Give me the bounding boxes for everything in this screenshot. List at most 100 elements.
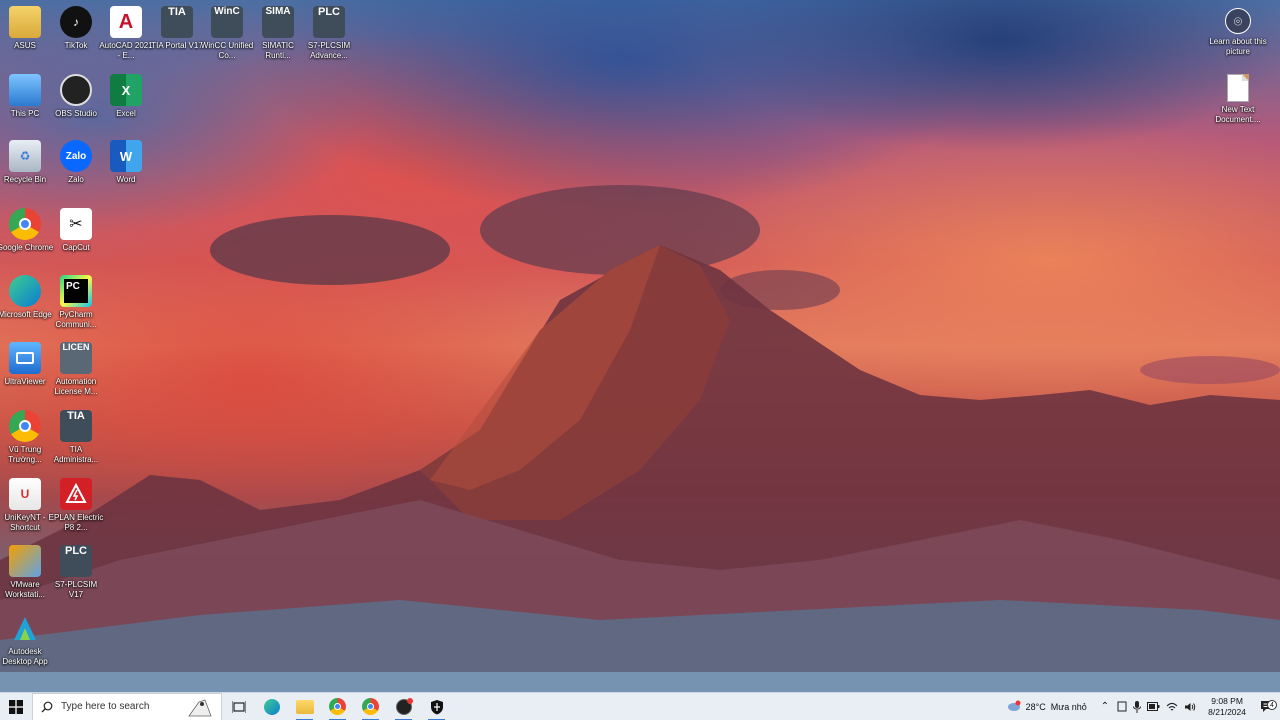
desktop-icon-this-pc[interactable]: This PC xyxy=(0,74,50,119)
desktop-icon-tia-portal[interactable]: TIA TIA Portal V17 xyxy=(151,6,203,51)
mountain-landscape xyxy=(0,185,1280,692)
recycle-bin-icon: ♻ xyxy=(9,140,41,172)
taskbar-search[interactable] xyxy=(32,692,222,720)
taskbar-clock[interactable]: 9:08 PM 8/21/2024 xyxy=(1200,696,1254,718)
desktop-icon-word[interactable]: W Word xyxy=(101,140,151,185)
desktop-icon-tia-admin[interactable]: TIA TIA Administra... xyxy=(51,410,101,465)
desktop-icon-vmware[interactable]: VMware Workstati... xyxy=(0,545,50,600)
computer-icon xyxy=(9,74,41,106)
desktop-icon-eplan[interactable]: EPLAN Electric P8 2... xyxy=(49,478,103,533)
volume-icon[interactable] xyxy=(1184,702,1196,712)
icon-label: Automation License M... xyxy=(54,377,98,396)
icon-label: New Text Document.... xyxy=(1215,105,1261,124)
word-icon-text: W xyxy=(119,148,133,164)
alm-icon-text: LICEN xyxy=(62,342,90,352)
word-icon: W xyxy=(110,140,142,172)
icon-label: AutoCAD 2021 - E... xyxy=(99,41,153,60)
taskbar-security[interactable] xyxy=(420,693,453,720)
desktop-icon-zalo[interactable]: Zalo Zalo xyxy=(51,140,101,185)
taskbar-chrome-2[interactable] xyxy=(354,693,387,720)
wincc-icon-text: WinC xyxy=(214,6,240,17)
icon-label: Vũ Trung Trường... xyxy=(8,445,42,464)
desktop-icon-chrome-profile[interactable]: Vũ Trung Trường... xyxy=(0,410,50,465)
wifi-icon[interactable] xyxy=(1166,702,1178,712)
icon-label: S7-PLCSIM V17 xyxy=(54,580,98,599)
security-icon xyxy=(430,699,443,714)
desktop-icon-autocad[interactable]: A AutoCAD 2021 - E... xyxy=(99,6,153,61)
search-highlight-icon xyxy=(188,698,212,716)
windows-logo-icon xyxy=(9,699,23,714)
icon-label: PyCharm Communi... xyxy=(55,310,97,329)
icon-label: SIMATIC Runti... xyxy=(262,41,294,60)
desktop-wallpaper[interactable]: ASUS This PC ♻ Recycle Bin Google Chrome… xyxy=(0,0,1280,692)
icon-label: Word xyxy=(116,175,136,184)
desktop-icon-microsoft-edge[interactable]: Microsoft Edge xyxy=(0,275,52,320)
chrome-icon xyxy=(9,208,41,240)
pycharm-icon-text: PC xyxy=(64,279,88,303)
tia-admin-icon: TIA xyxy=(60,410,92,442)
desktop-icon-capcut[interactable]: ✂ CapCut xyxy=(51,208,101,253)
camera-icon: ⌾ xyxy=(1225,8,1251,34)
icon-label: Google Chrome xyxy=(0,243,54,252)
pycharm-icon: PC xyxy=(60,275,92,307)
zalo-icon: Zalo xyxy=(60,140,92,172)
learn-about-picture[interactable]: ⌾ Learn about this picture xyxy=(1208,8,1268,57)
show-hidden-icons-chevron-icon[interactable]: ⌃ xyxy=(1101,701,1109,712)
desktop-icon-asus[interactable]: ASUS xyxy=(0,6,50,51)
desktop-icon-obs[interactable]: OBS Studio xyxy=(51,74,101,119)
start-button[interactable] xyxy=(0,693,32,720)
desktop-icon-wincc[interactable]: WinC WinCC Unified Co... xyxy=(201,6,253,61)
weather-icon[interactable] xyxy=(1004,700,1022,714)
desktop-icon-pycharm[interactable]: PC PyCharm Communi... xyxy=(51,275,101,330)
learn-about-label: Learn about this picture xyxy=(1209,37,1267,56)
taskbar-chrome-1[interactable] xyxy=(321,693,354,720)
simatic-icon: SIMA xyxy=(262,6,294,38)
notification-center-button[interactable]: 4 xyxy=(1254,700,1280,713)
weather-temp[interactable]: 28°C xyxy=(1026,702,1046,712)
icon-label: UltraViewer xyxy=(4,377,46,386)
tia-portal-icon-text: TIA xyxy=(168,6,186,18)
alm-icon: LICEN xyxy=(60,342,92,374)
desktop-icon-plcsim[interactable]: PLC S7-PLCSIM V17 xyxy=(51,545,101,600)
obs-icon xyxy=(395,697,413,715)
desktop-icon-plcsim-advanced[interactable]: PLC S7-PLCSIM Advance... xyxy=(304,6,354,61)
desktop-icon-tiktok[interactable]: ♪ TikTok xyxy=(51,6,101,51)
desktop-icon-recycle-bin[interactable]: ♻ Recycle Bin xyxy=(0,140,50,185)
taskbar-edge[interactable] xyxy=(255,693,288,720)
icon-label: This PC xyxy=(10,109,40,118)
capcut-icon: ✂ xyxy=(60,208,92,240)
desktop-icon-simatic-runtime[interactable]: SIMA SIMATIC Runti... xyxy=(253,6,303,61)
microphone-icon[interactable] xyxy=(1133,700,1142,713)
task-view-button[interactable] xyxy=(222,693,255,720)
chrome-icon xyxy=(362,698,379,715)
wincc-icon: WinC xyxy=(211,6,243,38)
desktop-icon-automation-license[interactable]: LICEN Automation License M... xyxy=(51,342,101,397)
desktop-icon-ultraviewer[interactable]: UltraViewer xyxy=(0,342,50,387)
icon-label: Autodesk Desktop App xyxy=(2,647,48,666)
taskbar-obs[interactable] xyxy=(387,693,420,720)
icon-label: CapCut xyxy=(62,243,90,252)
plcsim-icon: PLC xyxy=(60,545,92,577)
desktop-icon-new-text-document[interactable]: New Text Document.... xyxy=(1208,74,1268,125)
icon-label: ASUS xyxy=(14,41,36,50)
desktop-icon-google-chrome[interactable]: Google Chrome xyxy=(0,208,53,253)
unikey-icon: U xyxy=(9,478,41,510)
icon-label: Excel xyxy=(116,109,136,118)
chrome-icon xyxy=(329,698,346,715)
vmware-icon xyxy=(9,545,41,577)
simatic-icon-text: SIMA xyxy=(265,6,291,17)
tray-app-icon[interactable] xyxy=(1117,701,1127,712)
desktop-icon-excel[interactable]: X Excel xyxy=(101,74,151,119)
obs-icon xyxy=(60,74,92,106)
battery-icon[interactable] xyxy=(1147,702,1160,711)
search-input[interactable] xyxy=(61,701,181,712)
icon-label: Recycle Bin xyxy=(3,175,47,184)
notification-count-badge: 4 xyxy=(1267,700,1277,710)
excel-icon: X xyxy=(110,74,142,106)
weather-desc[interactable]: Mưa nhỏ xyxy=(1051,702,1087,712)
taskbar-file-explorer[interactable] xyxy=(288,693,321,720)
desktop-icon-autodesk[interactable]: Autodesk Desktop App xyxy=(0,612,50,667)
system-tray: 28°C Mưa nhỏ ⌃ 9:08 PM 8/21/2024 4 xyxy=(1004,693,1280,720)
desktop-icon-unikey[interactable]: U UniKeyNT - Shortcut xyxy=(0,478,50,533)
zalo-icon-text: Zalo xyxy=(65,150,87,162)
